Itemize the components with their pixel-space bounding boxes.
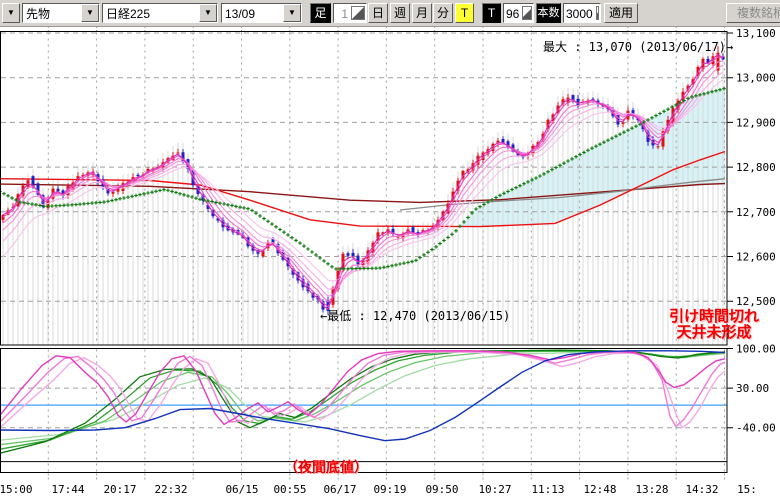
spinner-icon[interactable] <box>351 6 365 20</box>
annotation-min: ←最低 : 12,470 (2013/06/15) <box>320 307 510 324</box>
symbol-value: 日経225 <box>103 4 199 22</box>
price-axis-label: 12,800 <box>736 161 776 174</box>
bars-value: 96 <box>504 4 521 22</box>
period-day-button[interactable]: 日 <box>368 3 388 23</box>
annotation-alert-line2: 天井未形成 <box>663 325 765 341</box>
time-axis-label: 22:32 <box>154 483 187 496</box>
annotation-alert: 引け時間切れ 天井未形成 <box>663 309 765 341</box>
osc-axis-label: 100.00 <box>736 343 776 356</box>
toolbar: ▼ 先物 ▼ 日経225 ▼ 13/09 ▼ 足 1 日 週 月 分 T T 9… <box>0 0 780 27</box>
osc-axis-label: 30.00 <box>736 382 769 395</box>
instrument-value: 先物 <box>23 4 81 22</box>
annotation-max: 最大 : 13,070 (2013/06/17)→ <box>543 38 733 55</box>
time-axis-label: 09:19 <box>373 483 406 496</box>
contract-month-combo[interactable]: 13/09 ▼ <box>221 3 302 23</box>
time-axis-label: 15: <box>737 483 757 496</box>
time-axis-label: 14:32 <box>685 483 718 496</box>
interval-spinner[interactable]: 1 <box>333 3 367 23</box>
time-axis-label: 20:17 <box>103 483 136 496</box>
price-axis-label: 13,000 <box>736 72 776 85</box>
annotation-night-low: （夜間底値） <box>284 457 368 477</box>
spinner-icon[interactable] <box>596 6 599 20</box>
osc-axis-label: -40.00 <box>736 422 776 435</box>
chart-area[interactable]: 13,100 13,000 12,900 12,800 12,700 12,600 12,5… <box>0 0 780 500</box>
time-axis-label: 13:28 <box>635 483 668 496</box>
dropdown-arrow-icon[interactable]: ▼ <box>81 4 99 22</box>
contract-month-value: 13/09 <box>222 4 283 22</box>
ashi-button[interactable]: 足 <box>310 3 331 23</box>
time-axis-label: 09:50 <box>425 483 458 496</box>
annotation-alert-line1: 引け時間切れ <box>663 309 765 325</box>
period-month-button[interactable]: 月 <box>412 3 432 23</box>
price-axis-label: 12,700 <box>736 206 776 219</box>
apply-button[interactable]: 適用 <box>604 3 638 23</box>
time-axis-label: 17:44 <box>51 483 84 496</box>
time-axis-label: 06/15 <box>225 483 258 496</box>
price-axis-label: 12,600 <box>736 251 776 264</box>
price-axis-label: 12,500 <box>736 295 776 308</box>
interval-value: 1 <box>334 4 350 22</box>
honsu-label: 本数 <box>536 3 561 23</box>
price-axis-label: 13,100 <box>736 27 776 40</box>
time-axis-label: 06/17 <box>323 483 356 496</box>
period-minute-button[interactable]: 分 <box>433 3 453 23</box>
t-button[interactable]: T <box>482 3 501 23</box>
time-axis-label: 15:00 <box>0 483 33 496</box>
count-value: 3000 <box>564 4 595 22</box>
dropdown-arrow-icon[interactable]: ▼ <box>283 4 301 22</box>
chart-canvas[interactable]: 13,100 13,000 12,900 12,800 12,700 12,600 12,5… <box>0 0 780 500</box>
spinner-icon[interactable] <box>522 6 532 20</box>
dropdown-arrow-icon[interactable]: ▼ <box>199 4 217 22</box>
period-week-button[interactable]: 週 <box>390 3 410 23</box>
instrument-combo[interactable]: 先物 ▼ <box>22 3 100 23</box>
time-axis-label: 00:55 <box>273 483 306 496</box>
symbol-combo[interactable]: 日経225 ▼ <box>102 3 218 23</box>
bars-spinner[interactable]: 96 <box>503 3 534 23</box>
price-axis-label: 12,900 <box>736 116 776 129</box>
chart-type-dropdown[interactable]: ▼ <box>2 3 20 23</box>
tick-button[interactable]: T <box>455 3 474 23</box>
time-axis-label: 11:13 <box>531 483 564 496</box>
time-axis-label: 10:27 <box>478 483 511 496</box>
multi-symbol-button[interactable]: 複数銘柄 <box>726 3 780 23</box>
time-axis-label: 12:48 <box>583 483 616 496</box>
count-spinner[interactable]: 3000 <box>563 3 601 23</box>
